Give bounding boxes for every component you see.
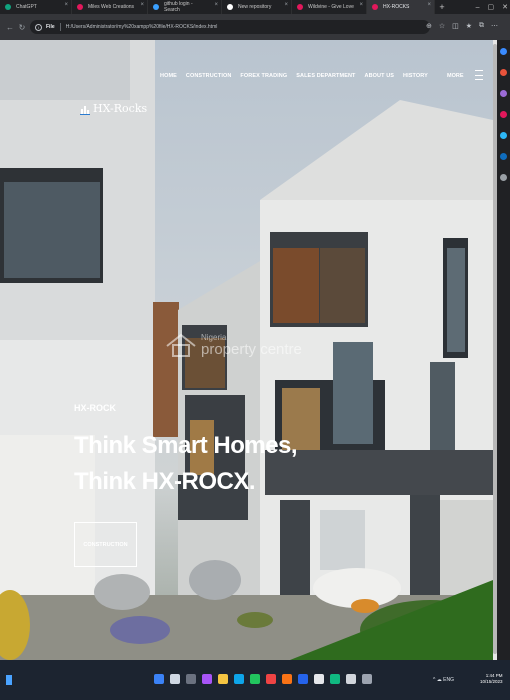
nav-sales-link[interactable]: SALES DEPARTMENT <box>296 73 355 79</box>
hamburger-menu-icon[interactable] <box>475 70 483 80</box>
widgets-icon[interactable] <box>6 675 12 685</box>
tab-miles-web[interactable]: Miles Web Creations × <box>72 0 148 14</box>
settings-icon[interactable] <box>346 674 356 684</box>
whatsapp-icon[interactable] <box>330 674 340 684</box>
close-window-icon[interactable]: ✕ <box>502 3 508 11</box>
task-view-icon[interactable] <box>186 674 196 684</box>
close-icon[interactable]: × <box>140 2 144 8</box>
close-icon[interactable]: × <box>359 2 363 8</box>
page-viewport: HOME CONSTRUCTION FOREX TRADING SALES DE… <box>0 40 493 660</box>
close-icon[interactable]: × <box>214 2 218 8</box>
close-icon[interactable]: × <box>284 2 288 8</box>
start-icon[interactable] <box>154 674 164 684</box>
bookmark-star-icon[interactable]: ☆ <box>439 22 445 30</box>
shopping-sidebar-icon[interactable] <box>500 69 507 76</box>
maximize-icon[interactable]: ▢ <box>488 3 495 11</box>
new-tab-button[interactable]: + <box>435 0 449 14</box>
nav-forex-link[interactable]: FOREX TRADING <box>240 73 287 79</box>
zoom-icon[interactable]: ⊕ <box>426 22 432 30</box>
tab-title: New repository <box>238 4 272 10</box>
browser-sidebar <box>497 40 510 660</box>
taskbar-apps <box>154 674 372 684</box>
back-arrow-icon[interactable]: ← <box>4 21 16 33</box>
window-controls: – ▢ ✕ <box>476 0 508 14</box>
tab-github-search[interactable]: github login - Search × <box>148 0 222 14</box>
chatgpt-favicon-icon <box>5 4 11 10</box>
taskbar-clock[interactable]: 1:44 PM 10/15/2023 <box>480 673 503 685</box>
reload-icon[interactable]: ↻ <box>16 21 28 33</box>
outlook-sidebar-icon[interactable] <box>500 153 507 160</box>
nav-home-link[interactable]: HOME <box>160 73 177 79</box>
hxrocks-favicon-icon <box>372 4 378 10</box>
search-icon[interactable] <box>170 674 180 684</box>
tab-title: github login - Search <box>164 1 193 13</box>
tab-title: HX-ROCKS <box>383 4 410 10</box>
nav-more-link[interactable]: MORE <box>447 73 464 79</box>
house-watermark-icon <box>166 333 196 357</box>
github-favicon-icon <box>227 4 233 10</box>
chrome-icon[interactable] <box>250 674 260 684</box>
site-main-nav: HOME CONSTRUCTION FOREX TRADING SALES DE… <box>160 73 428 79</box>
tab-title: ChatGPT <box>16 4 37 10</box>
tab-title: Wildvine - Give Love for Saving <box>308 4 354 10</box>
miles-favicon-icon <box>77 4 83 10</box>
app-gray-icon[interactable] <box>362 674 372 684</box>
close-icon[interactable]: × <box>64 2 68 8</box>
toolbar-actions: ⊕ ☆ ◫ ★ ⧉ ⋯ <box>426 22 498 30</box>
site-logo[interactable]: HX-Rocks <box>80 102 147 115</box>
tab-title: Miles Web Creations <box>88 4 135 10</box>
tab-strip: ChatGPT × Miles Web Creations × github l… <box>0 0 510 14</box>
address-scheme: File <box>46 24 55 30</box>
notepad-icon[interactable] <box>314 674 324 684</box>
tools-sidebar-icon[interactable] <box>500 90 507 97</box>
logo-text: HX-Rocks <box>93 102 148 115</box>
wildvine-favicon-icon <box>297 4 303 10</box>
search-favicon-icon <box>153 4 159 10</box>
property-centre-watermark: Nigeria property centre <box>165 332 302 358</box>
nav-history-link[interactable]: HISTORY <box>403 73 428 79</box>
building-logo-icon <box>80 106 90 115</box>
watermark-line2: property centre <box>201 340 302 358</box>
add-sidebar-icon[interactable] <box>500 174 507 181</box>
minimize-icon[interactable]: – <box>476 4 480 11</box>
hero-kicker: HX-ROCK <box>74 403 116 413</box>
hero-title-line1: Think Smart Homes, <box>74 432 298 459</box>
nav-about-link[interactable]: ABOUT US <box>365 73 395 79</box>
hero-title-line2: Think HX-ROCX. <box>74 468 256 495</box>
app-orange-icon[interactable] <box>282 674 292 684</box>
clock-date: 10/15/2023 <box>480 679 503 684</box>
games-sidebar-icon[interactable] <box>500 111 507 118</box>
address-url[interactable]: H:/Users/Administrator/my%20xampp%20file… <box>66 24 218 30</box>
address-separator <box>59 23 61 31</box>
app-red-icon[interactable] <box>266 674 276 684</box>
info-icon[interactable]: i <box>35 23 42 31</box>
tab-chatgpt[interactable]: ChatGPT × <box>0 0 72 14</box>
chat-icon[interactable] <box>202 674 212 684</box>
office-sidebar-icon[interactable] <box>500 132 507 139</box>
tab-new-repository[interactable]: New repository × <box>222 0 292 14</box>
construction-cta-button[interactable]: CONSTRUCTION <box>74 522 137 567</box>
system-tray[interactable]: ^ ☁ ENG <box>433 677 454 683</box>
nav-construction-link[interactable]: CONSTRUCTION <box>186 73 232 79</box>
more-menu-icon[interactable]: ⋯ <box>491 22 498 30</box>
edge-icon[interactable] <box>234 674 244 684</box>
vscode-icon[interactable] <box>298 674 308 684</box>
browser-toolbar: ← ↻ i File H:/Users/Administrator/my%20x… <box>0 14 510 40</box>
split-screen-icon[interactable]: ◫ <box>452 22 459 30</box>
favorites-icon[interactable]: ★ <box>466 22 472 30</box>
file-explorer-icon[interactable] <box>218 674 228 684</box>
tab-wildvine[interactable]: Wildvine - Give Love for Saving × <box>292 0 367 14</box>
address-bar[interactable]: i File H:/Users/Administrator/my%20xampp… <box>30 20 430 34</box>
windows-taskbar: ^ ☁ ENG 1:44 PM 10/15/2023 <box>0 660 510 700</box>
tab-hx-rocks[interactable]: HX-ROCKS × <box>367 0 435 14</box>
hero-title: Think Smart Homes, Think HX-ROCX. <box>74 428 298 500</box>
search-sidebar-icon[interactable] <box>500 48 507 55</box>
close-icon[interactable]: × <box>427 2 431 8</box>
collections-icon[interactable]: ⧉ <box>479 22 484 30</box>
browser-window: ChatGPT × Miles Web Creations × github l… <box>0 0 510 700</box>
